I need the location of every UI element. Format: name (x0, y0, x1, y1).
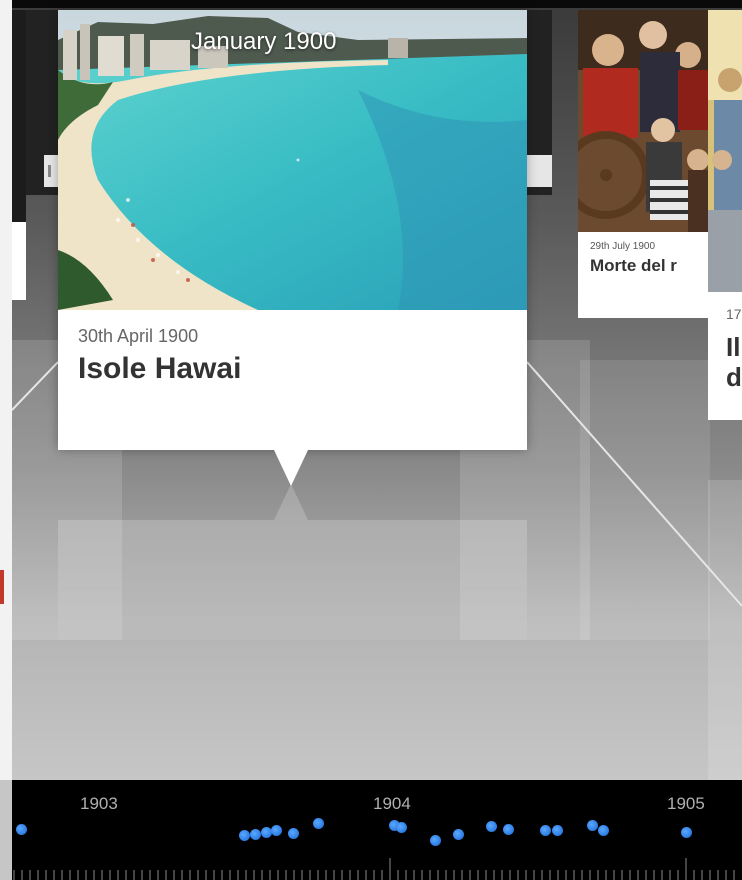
timeline-event-marker[interactable] (587, 820, 598, 831)
timeline-event-marker[interactable] (271, 825, 282, 836)
timeline-event-marker[interactable] (453, 829, 464, 840)
timeline-event-marker[interactable] (250, 829, 261, 840)
event-photo (578, 10, 713, 232)
event-title-line: d (726, 362, 742, 392)
event-title: Il d (726, 332, 742, 392)
featured-event-card[interactable]: January 1900 30th April 1900 Isole Hawai (58, 10, 527, 450)
timeline-stage: 29th July 1900 Morte del r 17 Il d Janua… (0, 0, 742, 880)
timeline-event-marker[interactable] (503, 824, 514, 835)
left-edge-panel (0, 0, 12, 780)
timeline-year-label: 1905 (667, 794, 705, 813)
timeline-event-marker[interactable] (288, 828, 299, 839)
event-card[interactable]: 29th July 1900 Morte del r (578, 10, 713, 318)
timeline-event-marker[interactable] (486, 821, 497, 832)
timeline-event-marker[interactable] (396, 822, 407, 833)
event-card[interactable]: 17 Il d (708, 10, 742, 420)
timeline-event-marker[interactable] (598, 825, 609, 836)
timeline-event-marker[interactable] (430, 835, 441, 846)
timeline-event-marker[interactable] (552, 825, 563, 836)
timeline-year-label: 1904 (373, 794, 411, 813)
timeline-event-marker[interactable] (313, 818, 324, 829)
timeline-event-marker[interactable] (540, 825, 551, 836)
featured-overlay-date: January 1900 (191, 28, 337, 55)
event-photo (708, 10, 742, 292)
timeline-event-marker[interactable] (16, 824, 27, 835)
card-pointer (274, 450, 308, 486)
featured-event-date: 30th April 1900 (78, 326, 199, 346)
event-date: 17 (726, 306, 742, 322)
timeline-event-marker[interactable] (681, 827, 692, 838)
timeline-year-label: 1903 (80, 794, 118, 813)
timeline-event-marker[interactable] (239, 830, 250, 841)
left-edge-accent (0, 570, 4, 604)
featured-event-title: Isole Hawai (78, 352, 242, 385)
event-date: 29th July 1900 (590, 241, 656, 252)
timeline-navigator[interactable]: 1903 1904 1905 (12, 780, 742, 880)
featured-card-reflection (58, 520, 527, 640)
event-title-line: Il (726, 332, 741, 362)
event-title: Morte del r (590, 256, 677, 275)
pointer-reflection (274, 484, 308, 520)
timeline-ruler (13, 858, 735, 880)
